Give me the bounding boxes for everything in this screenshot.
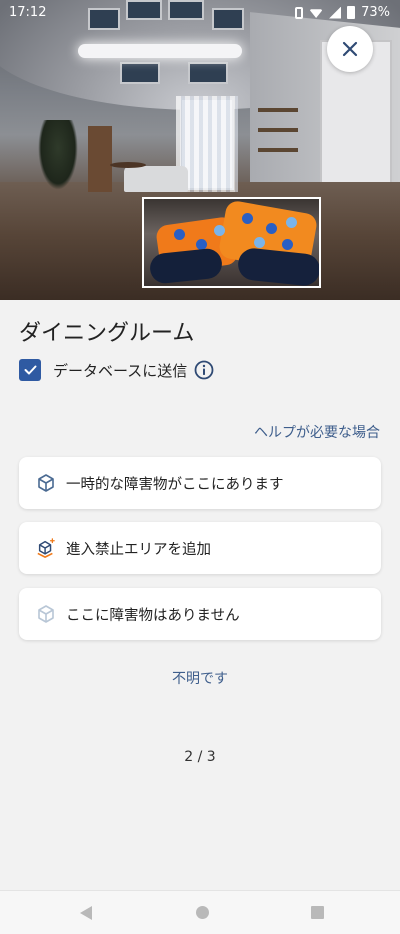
close-button[interactable] (327, 26, 373, 72)
no-go-zone-cube-icon (37, 538, 55, 558)
option-add-no-go-zone[interactable]: 進入禁止エリアを追加 (19, 522, 381, 574)
cube-icon (38, 474, 54, 492)
send-to-database-row: データベースに送信 (19, 359, 214, 381)
option-no-obstacle[interactable]: ここに障害物はありません (19, 588, 381, 640)
status-icons: 73% (295, 5, 390, 20)
ceiling-panel (188, 62, 228, 84)
battery-icon (347, 6, 356, 19)
ceiling-light (78, 44, 242, 58)
obstacle-crop-image (142, 197, 321, 288)
close-icon (342, 41, 358, 57)
status-time: 17:12 (9, 5, 47, 20)
wifi-icon (309, 9, 324, 18)
shelf (258, 148, 298, 152)
send-to-database-label: データベースに送信 (53, 361, 188, 380)
option-label: 一時的な障害物がここにあります (66, 476, 284, 493)
recent-apps-icon[interactable] (311, 906, 324, 919)
ceiling-panel (120, 62, 160, 84)
sock-cuff (148, 247, 224, 285)
vibrate-icon (295, 6, 304, 19)
help-link[interactable]: ヘルプが必要な場合 (254, 422, 380, 442)
battery-level: 73% (361, 5, 390, 20)
send-to-database-checkbox[interactable] (19, 359, 41, 381)
back-icon[interactable] (80, 906, 92, 920)
sock-dot (242, 213, 253, 224)
sock-dot (174, 229, 185, 240)
sock-dot (254, 237, 265, 248)
option-temporary-obstacle[interactable]: 一時的な障害物がここにあります (19, 457, 381, 509)
sock-dot (286, 217, 297, 228)
unknown-link[interactable]: 不明です (0, 668, 400, 688)
info-icon[interactable] (194, 360, 214, 380)
signal-icon (329, 6, 342, 19)
table (110, 162, 146, 168)
status-bar: 17:12 73% (0, 0, 400, 26)
home-icon[interactable] (196, 906, 209, 919)
shelf (258, 108, 298, 112)
option-label: 進入禁止エリアを追加 (66, 541, 211, 558)
cube-outline-icon (38, 605, 54, 623)
navigation-bar (0, 890, 400, 934)
plant (38, 120, 78, 190)
option-label: ここに障害物はありません (66, 607, 240, 624)
check-icon (24, 365, 36, 375)
sock-dot (214, 225, 225, 236)
page-indicator: 2 / 3 (184, 749, 216, 765)
cabinet (88, 126, 112, 192)
shelf (258, 128, 298, 132)
sofa (124, 166, 188, 192)
sock-dot (282, 239, 293, 250)
sock-dot (266, 223, 277, 234)
room-title: ダイニングルーム (19, 321, 195, 346)
